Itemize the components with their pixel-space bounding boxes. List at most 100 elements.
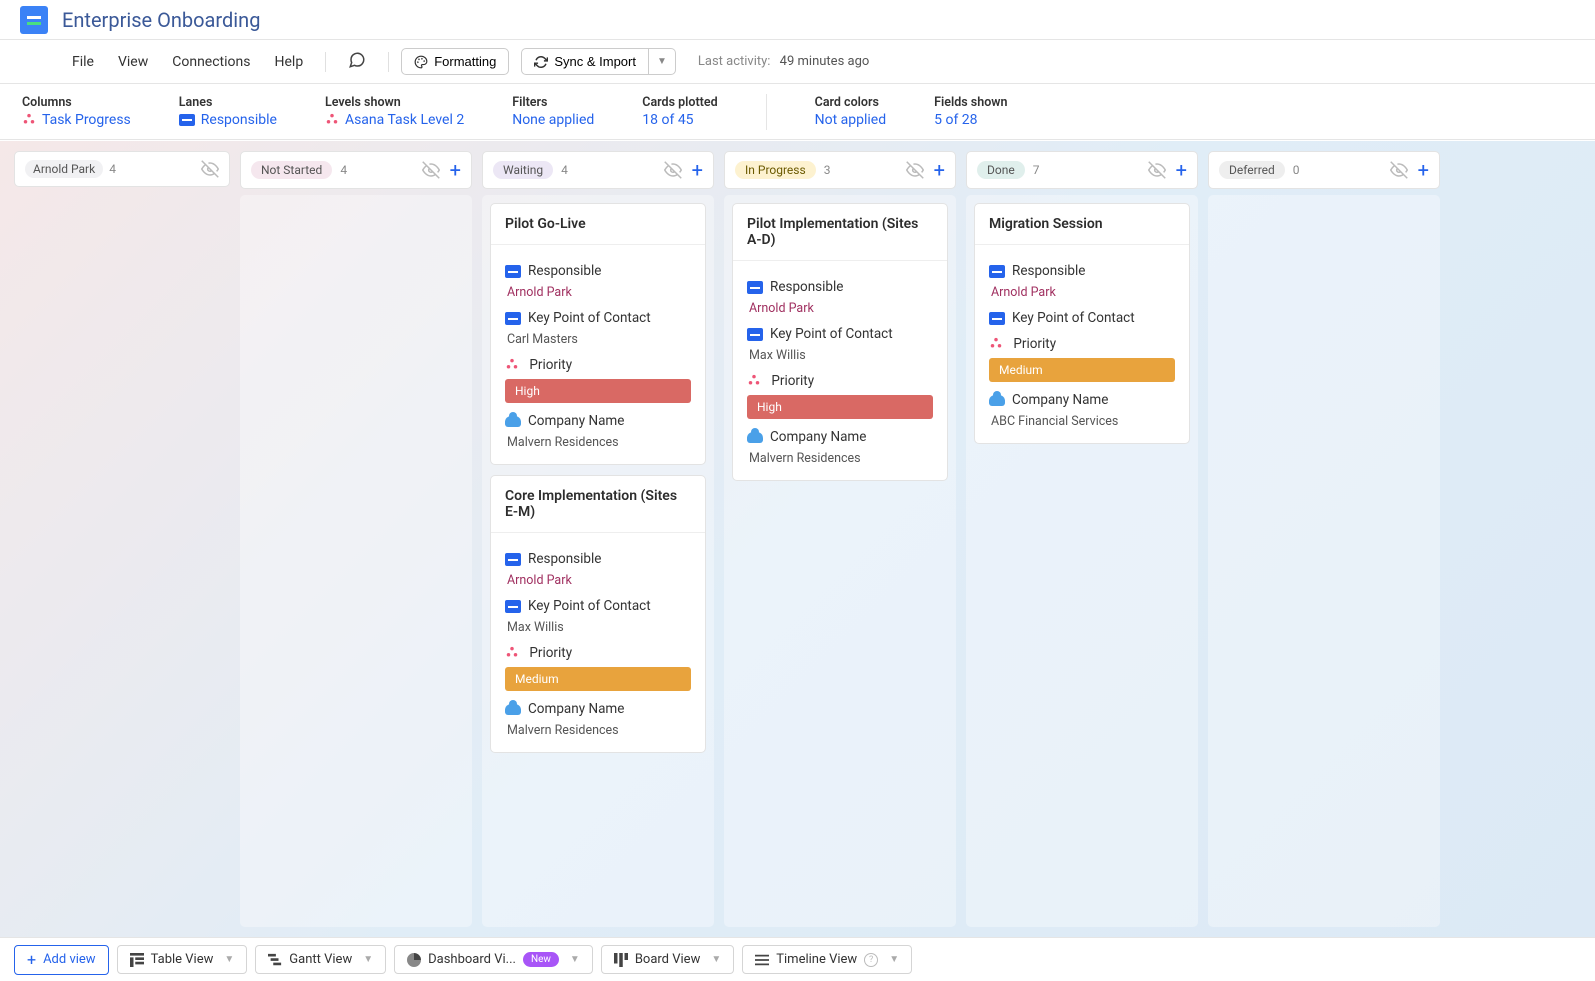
tab-gantt-view[interactable]: Gantt View ▼ — [255, 945, 386, 974]
add-card-button[interactable]: + — [934, 160, 945, 180]
column-name: Done — [977, 161, 1025, 179]
column-body[interactable] — [1208, 195, 1440, 927]
column-header[interactable]: Done 7 + — [966, 151, 1198, 189]
card-field-company: Company Name — [747, 429, 933, 445]
hide-icon[interactable] — [1148, 161, 1166, 179]
filter-cards-plotted[interactable]: Cards plotted 18 of 45 — [642, 95, 717, 128]
tab-timeline-view[interactable]: Timeline View ? ▼ — [742, 945, 912, 974]
caret-down-icon[interactable]: ▼ — [889, 954, 899, 965]
kanban-card[interactable]: Pilot Go-Live Responsible Arnold Park Ke… — [490, 203, 706, 465]
kanban-column: Waiting 4 + Pilot Go-Live Responsible Ar… — [482, 151, 714, 927]
caret-down-icon[interactable]: ▼ — [570, 954, 580, 965]
column-header[interactable]: Not Started 4 + — [240, 151, 472, 189]
card-field-priority: Priority — [989, 336, 1175, 352]
badge-icon — [179, 114, 195, 126]
badge-icon — [989, 312, 1005, 325]
tab-table-view[interactable]: Table View ▼ — [117, 945, 248, 974]
divider — [325, 52, 326, 72]
kanban-card[interactable]: Core Implementation (Sites E-M) Responsi… — [490, 475, 706, 753]
menu-connections[interactable]: Connections — [162, 48, 260, 76]
hide-icon[interactable] — [664, 161, 682, 179]
sync-import-button[interactable]: Sync & Import — [521, 48, 649, 75]
kanban-column: Done 7 + Migration Session Responsible A… — [966, 151, 1198, 927]
filter-fields-shown[interactable]: Fields shown 5 of 28 — [934, 95, 1007, 128]
column-name: Deferred — [1219, 161, 1285, 179]
column-header[interactable]: In Progress 3 + — [724, 151, 956, 189]
column-body[interactable]: Pilot Go-Live Responsible Arnold Park Ke… — [482, 195, 714, 927]
card-responsible-value[interactable]: Arnold Park — [507, 573, 691, 588]
card-contact-value: Max Willis — [507, 620, 691, 635]
column-body[interactable]: Pilot Implementation (Sites A-D) Respons… — [724, 195, 956, 927]
tab-dashboard-view[interactable]: Dashboard Vi... New ▼ — [394, 945, 593, 974]
column-header[interactable]: Waiting 4 + — [482, 151, 714, 189]
badge-icon — [747, 328, 763, 341]
column-body[interactable] — [240, 195, 472, 927]
sync-import-dropdown[interactable]: ▼ — [649, 48, 676, 75]
card-priority-badge: High — [505, 379, 691, 403]
card-field-company: Company Name — [989, 392, 1175, 408]
column-name: In Progress — [735, 161, 816, 179]
board-title[interactable]: Enterprise Onboarding — [62, 8, 260, 32]
caret-down-icon[interactable]: ▼ — [711, 954, 721, 965]
card-field-contact: Key Point of Contact — [505, 310, 691, 326]
column-body[interactable]: Migration Session Responsible Arnold Par… — [966, 195, 1198, 927]
column-count: 7 — [1033, 163, 1040, 177]
lane-header[interactable]: Arnold Park 4 — [14, 151, 230, 187]
kanban-card[interactable]: Pilot Implementation (Sites A-D) Respons… — [732, 203, 948, 481]
badge-icon — [989, 265, 1005, 278]
hide-icon[interactable] — [1390, 161, 1408, 179]
menu-help[interactable]: Help — [265, 48, 314, 76]
card-title: Core Implementation (Sites E-M) — [491, 476, 705, 533]
cloud-icon — [747, 432, 763, 443]
menu-bar: File View Connections Help Formatting Sy… — [0, 40, 1595, 84]
add-card-button[interactable]: + — [692, 160, 703, 180]
add-card-button[interactable]: + — [1418, 160, 1429, 180]
comments-button[interactable] — [338, 45, 376, 79]
card-title: Pilot Implementation (Sites A-D) — [733, 204, 947, 261]
column-header[interactable]: Deferred 0 + — [1208, 151, 1440, 189]
divider — [766, 94, 767, 130]
card-priority-badge: High — [747, 395, 933, 419]
badge-icon — [505, 553, 521, 566]
filter-filters[interactable]: Filters None applied — [512, 95, 594, 128]
card-field-priority: Priority — [505, 357, 691, 373]
formatting-label: Formatting — [434, 54, 496, 69]
column-name: Waiting — [493, 161, 553, 179]
filter-bar: Columns Task Progress Lanes Responsible … — [0, 84, 1595, 140]
kanban-card[interactable]: Migration Session Responsible Arnold Par… — [974, 203, 1190, 444]
filter-lanes[interactable]: Lanes Responsible — [179, 95, 277, 128]
card-field-priority: Priority — [505, 645, 691, 661]
filter-card-colors[interactable]: Card colors Not applied — [815, 95, 887, 128]
tab-board-view[interactable]: Board View ▼ — [601, 945, 734, 974]
divider — [388, 52, 389, 72]
add-card-button[interactable]: + — [450, 160, 461, 180]
badge-icon — [505, 600, 521, 613]
card-responsible-value[interactable]: Arnold Park — [991, 285, 1175, 300]
hide-icon[interactable] — [906, 161, 924, 179]
title-bar: Enterprise Onboarding — [0, 0, 1595, 40]
app-logo — [20, 6, 48, 34]
sync-import-label: Sync & Import — [554, 54, 636, 69]
hide-icon[interactable] — [422, 161, 440, 179]
menu-view[interactable]: View — [108, 48, 158, 76]
menu-file[interactable]: File — [62, 48, 104, 76]
card-field-responsible: Responsible — [747, 279, 933, 295]
caret-down-icon[interactable]: ▼ — [363, 954, 373, 965]
column-name: Not Started — [251, 161, 332, 179]
card-responsible-value[interactable]: Arnold Park — [749, 301, 933, 316]
card-company-value: Malvern Residences — [507, 435, 691, 450]
card-priority-badge: Medium — [505, 667, 691, 691]
formatting-button[interactable]: Formatting — [401, 48, 509, 75]
badge-icon — [747, 281, 763, 294]
card-field-contact: Key Point of Contact — [747, 326, 933, 342]
card-field-responsible: Responsible — [505, 551, 691, 567]
caret-down-icon[interactable]: ▼ — [224, 954, 234, 965]
help-icon[interactable]: ? — [864, 953, 878, 967]
filter-levels[interactable]: Levels shown Asana Task Level 2 — [325, 95, 464, 128]
card-responsible-value[interactable]: Arnold Park — [507, 285, 691, 300]
add-view-button[interactable]: + Add view — [14, 945, 109, 975]
hide-icon[interactable] — [201, 160, 219, 178]
column-count: 4 — [561, 163, 568, 177]
add-card-button[interactable]: + — [1176, 160, 1187, 180]
filter-columns[interactable]: Columns Task Progress — [22, 95, 131, 128]
